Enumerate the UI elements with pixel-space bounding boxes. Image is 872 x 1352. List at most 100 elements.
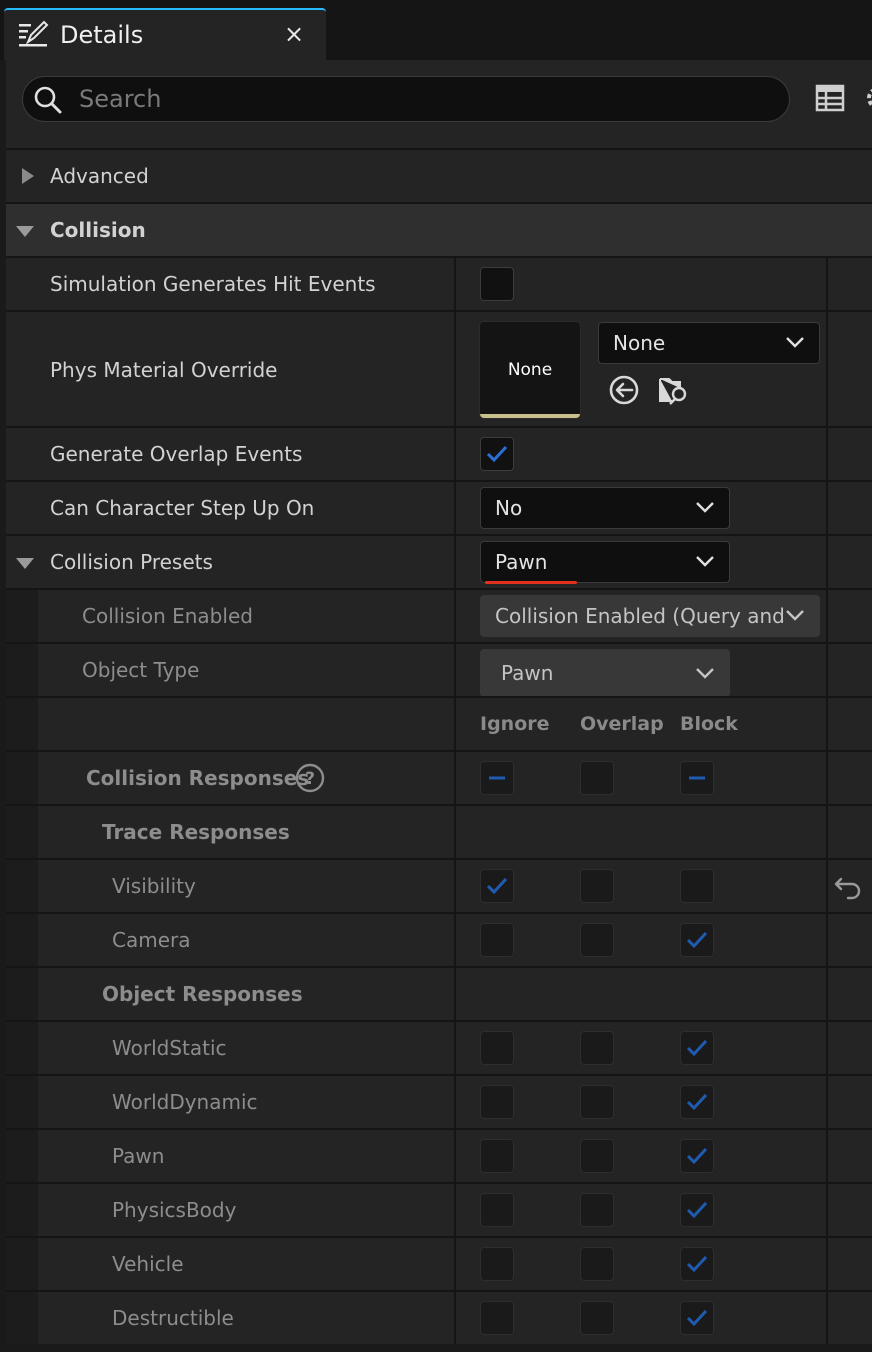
expand-arrow-icon[interactable] (22, 168, 34, 184)
worldstatic-ignore-checkbox[interactable] (480, 1031, 514, 1065)
column-divider[interactable] (454, 752, 456, 804)
column-divider[interactable] (454, 860, 456, 912)
property-label: Collision Presets (50, 550, 213, 574)
destructible-overlap-checkbox[interactable] (580, 1301, 614, 1335)
response-label: Camera (112, 928, 191, 952)
response-label: PhysicsBody (112, 1198, 237, 1222)
collision-presets-combo[interactable]: Pawn (480, 541, 730, 584)
combo-value: Pawn (495, 550, 548, 574)
column-divider[interactable] (454, 806, 456, 858)
close-icon[interactable]: × (280, 20, 308, 48)
check-icon (486, 445, 508, 463)
tab-details[interactable]: Details × (4, 8, 326, 60)
worlddynamic-block-checkbox[interactable] (680, 1085, 714, 1119)
asset-thumbnail[interactable]: None (480, 322, 580, 418)
response-row-visibility: Visibility (6, 858, 872, 912)
indent-gutter (6, 914, 38, 966)
visibility-overlap-checkbox[interactable] (580, 869, 614, 903)
category-advanced[interactable]: Advanced (6, 148, 872, 202)
indent-gutter (6, 1292, 38, 1344)
column-divider[interactable] (454, 1076, 456, 1128)
worlddynamic-overlap-checkbox[interactable] (580, 1085, 614, 1119)
collapse-arrow-icon[interactable] (16, 226, 34, 237)
indent-gutter (6, 1184, 38, 1236)
destructible-block-checkbox[interactable] (680, 1301, 714, 1335)
column-divider (826, 258, 828, 310)
column-divider[interactable] (454, 644, 456, 696)
camera-block-checkbox[interactable] (680, 923, 714, 957)
column-divider[interactable] (454, 428, 456, 480)
indent-gutter (6, 590, 38, 642)
pawn-block-checkbox[interactable] (680, 1139, 714, 1173)
view-options-icon[interactable] (814, 82, 846, 114)
settings-icon[interactable] (862, 82, 872, 114)
column-header-block: Block (680, 713, 738, 735)
help-glyph: ? (305, 769, 315, 789)
worldstatic-block-checkbox[interactable] (680, 1031, 714, 1065)
collision-enabled-combo[interactable]: Collision Enabled (Query and (480, 595, 820, 637)
property-collision-presets: Collision Presets Pawn (6, 534, 872, 588)
response-label: Destructible (112, 1306, 234, 1330)
section-label: Collision Responses (86, 766, 310, 790)
vehicle-overlap-checkbox[interactable] (580, 1247, 614, 1281)
visibility-ignore-checkbox[interactable] (480, 869, 514, 903)
camera-overlap-checkbox[interactable] (580, 923, 614, 957)
worlddynamic-ignore-checkbox[interactable] (480, 1085, 514, 1119)
column-divider[interactable] (454, 1184, 456, 1236)
physicsbody-ignore-checkbox[interactable] (480, 1193, 514, 1227)
vehicle-block-checkbox[interactable] (680, 1247, 714, 1281)
overlap-events-checkbox[interactable] (480, 437, 514, 471)
column-divider[interactable] (454, 968, 456, 1020)
visibility-block-checkbox[interactable] (680, 869, 714, 903)
column-divider (826, 312, 828, 426)
column-header-ignore: Ignore (480, 713, 550, 735)
indent-gutter (6, 968, 38, 1020)
all-ignore-checkbox[interactable] (480, 761, 514, 795)
column-divider[interactable] (454, 482, 456, 534)
pawn-overlap-checkbox[interactable] (580, 1139, 614, 1173)
column-divider[interactable] (454, 536, 456, 588)
property-sim-hit-events: Simulation Generates Hit Events (6, 256, 872, 310)
vehicle-ignore-checkbox[interactable] (480, 1247, 514, 1281)
phys-material-combo[interactable]: None (598, 322, 820, 364)
response-label: Visibility (112, 874, 196, 898)
column-divider (826, 644, 828, 696)
column-divider[interactable] (454, 1238, 456, 1290)
all-overlap-checkbox[interactable] (580, 761, 614, 795)
destructible-ignore-checkbox[interactable] (480, 1301, 514, 1335)
object-type-combo[interactable]: Pawn (480, 649, 730, 697)
column-divider[interactable] (454, 914, 456, 966)
column-divider[interactable] (454, 698, 456, 750)
use-selected-icon[interactable] (608, 374, 640, 406)
chevron-down-icon (696, 502, 714, 513)
browse-icon[interactable] (658, 374, 690, 406)
column-divider (826, 1238, 828, 1290)
sim-hit-checkbox[interactable] (480, 267, 514, 301)
collapse-arrow-icon[interactable] (16, 558, 34, 569)
camera-ignore-checkbox[interactable] (480, 923, 514, 957)
response-row-vehicle: Vehicle (6, 1236, 872, 1290)
search-placeholder: Search (79, 85, 162, 113)
search-icon (34, 86, 62, 114)
pawn-ignore-checkbox[interactable] (480, 1139, 514, 1173)
physicsbody-block-checkbox[interactable] (680, 1193, 714, 1227)
reset-icon[interactable] (832, 870, 864, 902)
all-block-checkbox[interactable] (680, 761, 714, 795)
indent-gutter (6, 1238, 38, 1290)
column-divider[interactable] (454, 1292, 456, 1344)
response-row-pawn: Pawn (6, 1128, 872, 1182)
column-divider[interactable] (454, 590, 456, 642)
response-row-worldstatic: WorldStatic (6, 1020, 872, 1074)
column-divider[interactable] (454, 1130, 456, 1182)
column-divider[interactable] (454, 1022, 456, 1074)
search-input[interactable]: Search (22, 76, 790, 122)
physicsbody-overlap-checkbox[interactable] (580, 1193, 614, 1227)
step-up-combo[interactable]: No (480, 487, 730, 529)
chevron-down-icon (786, 610, 804, 621)
column-divider (826, 806, 828, 858)
help-icon[interactable]: ? (294, 762, 326, 794)
category-collision[interactable]: Collision (6, 202, 872, 256)
worldstatic-overlap-checkbox[interactable] (580, 1031, 614, 1065)
column-divider[interactable] (454, 258, 456, 310)
column-divider[interactable] (454, 312, 456, 426)
